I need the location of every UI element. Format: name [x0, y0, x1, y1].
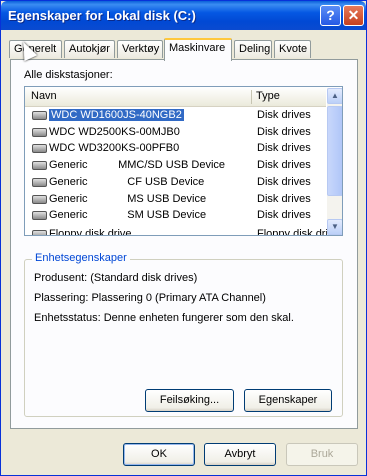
device-type: Disk drives — [257, 142, 311, 154]
list-item[interactable]: WDC WD3200KS-00PFB0 Disk drives — [26, 140, 325, 156]
hard-drive-icon — [32, 211, 47, 220]
manufacturer-text: Produsent: (Standard disk drives) — [34, 272, 198, 284]
device-name: WDC WD2500KS-00MJB0 — [49, 126, 180, 138]
properties-window: Egenskaper for Lokal disk (C:) ? ✕ Gener… — [0, 0, 367, 476]
chevron-down-icon: ▼ — [331, 222, 339, 231]
device-type: Disk drives — [257, 109, 311, 121]
tab-kvote[interactable]: Kvote — [274, 40, 311, 58]
column-header-name[interactable]: Navn — [31, 90, 57, 102]
hard-drive-icon — [32, 161, 47, 170]
device-name: WDC WD1600JS-40NGB2 — [49, 109, 184, 121]
list-item[interactable]: Generic CF USB Device Disk drives — [26, 174, 325, 190]
device-name: WDC WD3200KS-00PFB0 — [49, 142, 180, 154]
device-type: Disk drives — [257, 176, 311, 188]
hard-drive-icon — [32, 144, 47, 153]
hard-drive-icon — [32, 128, 47, 137]
hard-drive-icon — [32, 178, 47, 187]
list-item[interactable]: WDC WD2500KS-00MJB0 Disk drives — [26, 124, 325, 140]
status-text: Enhetsstatus: Denne enheten fungerer som… — [34, 312, 294, 324]
device-type: Disk drives — [257, 159, 311, 171]
scroll-up-button[interactable]: ▲ — [327, 88, 342, 104]
list-item[interactable]: Floppy disk drive Floppy disk drive — [26, 226, 340, 236]
scroll-thumb[interactable] — [327, 106, 342, 196]
window-title: Egenskaper for Lokal disk (C:) — [8, 8, 196, 23]
list-item[interactable]: Generic MS USB Device Disk drives — [26, 191, 325, 207]
hard-drive-icon — [32, 111, 47, 120]
location-text: Plassering: Plassering 0 (Primary ATA Ch… — [34, 292, 266, 304]
scroll-down-button[interactable]: ▼ — [327, 219, 342, 235]
close-button[interactable]: ✕ — [343, 5, 364, 26]
list-item[interactable]: Generic MMC/SD USB Device Disk drives — [26, 157, 325, 173]
device-name: Generic CF USB Device — [49, 176, 205, 188]
vertical-scrollbar[interactable]: ▲ ▼ — [327, 88, 342, 235]
column-separator[interactable] — [251, 90, 252, 104]
device-type: Disk drives — [257, 209, 311, 221]
device-type: Disk drives — [257, 193, 311, 205]
apply-button[interactable]: Bruk — [286, 443, 358, 466]
properties-button[interactable]: Egenskaper — [244, 389, 332, 412]
column-header-type[interactable]: Type — [256, 90, 280, 102]
help-icon: ? — [326, 7, 335, 23]
device-name: Floppy disk drive — [49, 228, 132, 236]
tab-deling[interactable]: Deling — [234, 40, 272, 58]
ok-button[interactable]: OK — [123, 443, 195, 466]
device-list[interactable]: Navn Type WDC WD1600JS-40NGB2 Disk drive… — [24, 86, 343, 236]
device-name: Generic MMC/SD USB Device — [49, 159, 226, 171]
drives-label: Alle diskstasjoner: — [24, 69, 113, 81]
device-type: Disk drives — [257, 126, 311, 138]
device-name: Generic SM USB Device — [49, 209, 207, 221]
cancel-button[interactable]: Avbryt — [204, 443, 276, 466]
floppy-drive-icon — [32, 230, 47, 235]
chevron-up-icon: ▲ — [331, 91, 339, 100]
device-name: Generic MS USB Device — [49, 193, 207, 205]
hard-drive-icon — [32, 195, 47, 204]
tab-verktoy[interactable]: Verktøy — [117, 40, 163, 58]
troubleshoot-button[interactable]: Feilsøking... — [145, 389, 234, 412]
close-icon: ✕ — [347, 7, 360, 23]
list-item[interactable]: WDC WD1600JS-40NGB2 Disk drives — [26, 107, 325, 123]
tab-maskinvare[interactable]: Maskinvare — [164, 38, 232, 61]
help-button[interactable]: ? — [320, 5, 341, 26]
group-title: Enhetsegenskaper — [32, 252, 130, 264]
list-header: Navn Type — [25, 87, 326, 107]
title-bar[interactable]: Egenskaper for Lokal disk (C:) ? ✕ — [1, 1, 366, 30]
tab-autokjor[interactable]: Autokjør — [64, 40, 115, 58]
list-item[interactable]: Generic SM USB Device Disk drives — [26, 207, 325, 223]
